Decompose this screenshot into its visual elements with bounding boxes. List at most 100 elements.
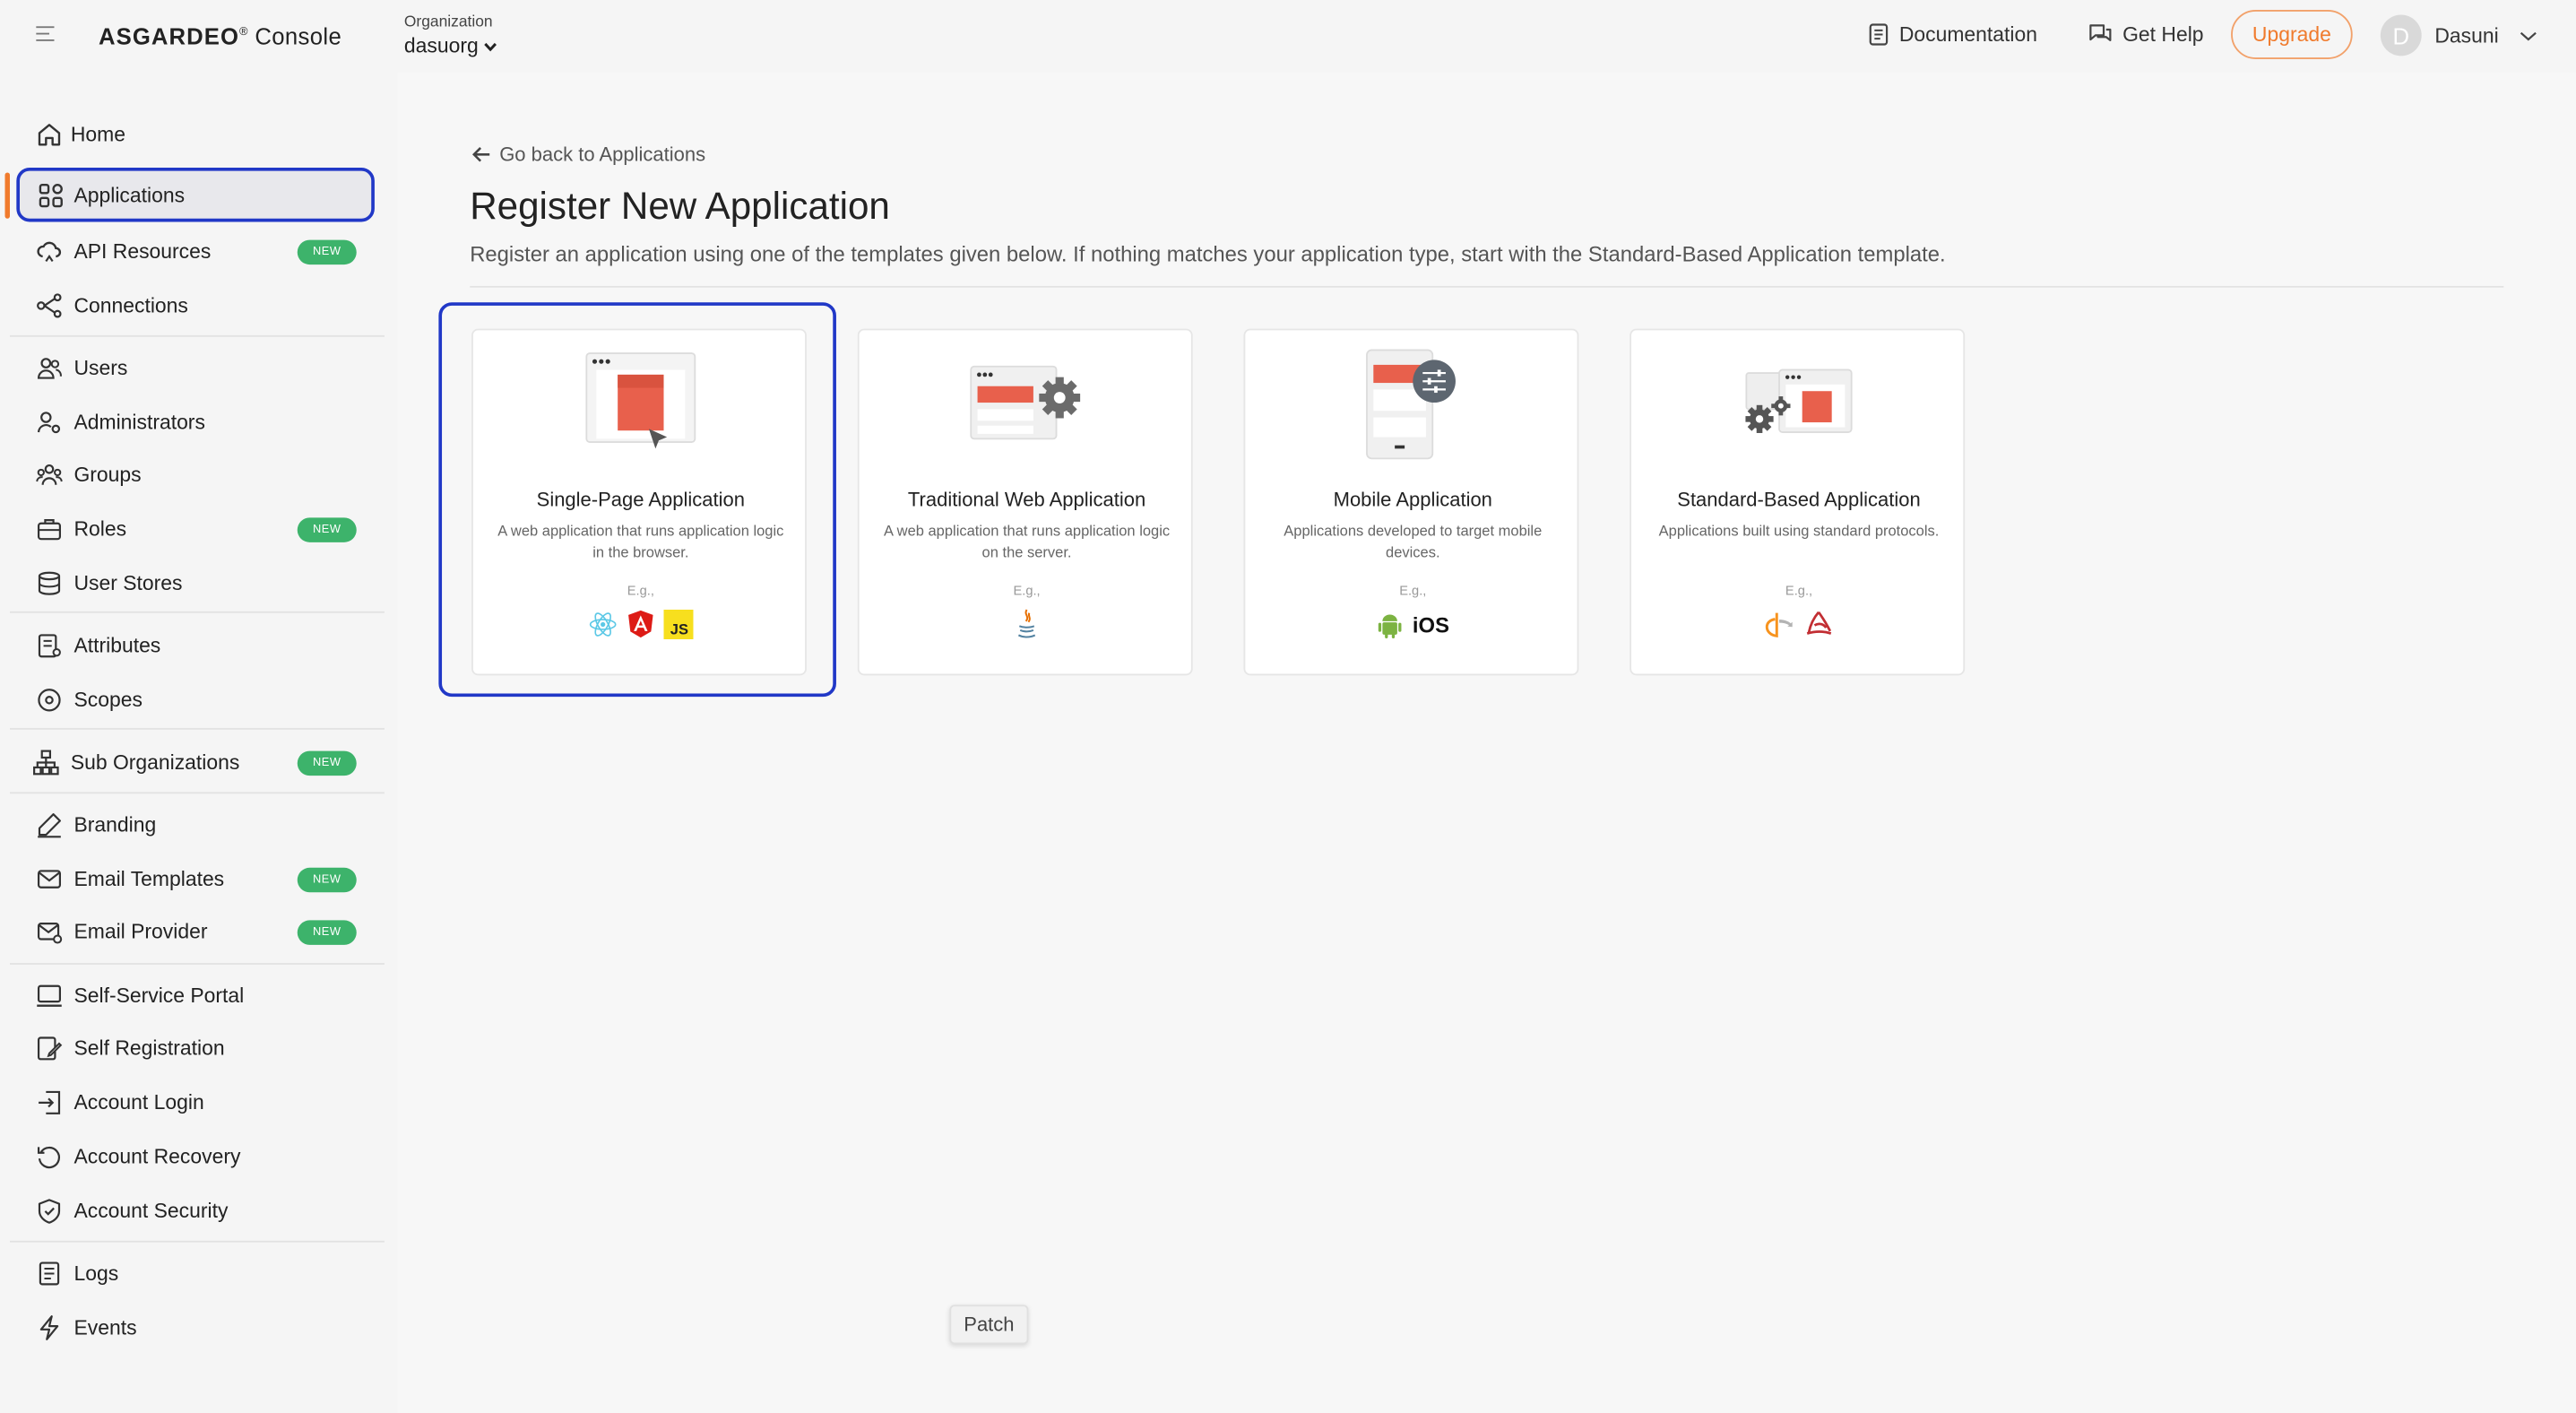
sidebar-item-events[interactable]: Events <box>16 1303 375 1352</box>
example-logos: JS <box>473 606 808 642</box>
sidebar-item-label: Account Security <box>73 1200 229 1223</box>
sidebar-item-label: Administrators <box>73 411 205 434</box>
applications-grid-icon <box>39 184 63 208</box>
sidebar-item-scopes[interactable]: Scopes <box>16 675 375 724</box>
template-description: Applications built using standard protoc… <box>1658 522 1940 540</box>
sidebar-item-label: Logs <box>73 1261 119 1286</box>
sidebar-divider <box>9 727 385 730</box>
sidebar-item-applications[interactable]: Applications <box>16 167 375 222</box>
main-content <box>397 72 2576 1413</box>
sidebar-divider <box>9 1240 385 1243</box>
sidebar-divider <box>9 792 385 794</box>
sidebar-item-users[interactable]: Users <box>16 343 375 393</box>
account-login-icon <box>39 1090 61 1114</box>
organization-switcher[interactable]: Organization dasuorg <box>404 13 498 57</box>
template-name: Standard-Based Application <box>1677 488 1921 512</box>
sidebar-divider <box>9 963 385 965</box>
sidebar-item-account-recovery[interactable]: Account Recovery <box>16 1132 375 1182</box>
user-menu[interactable]: D Dasuni <box>2380 14 2538 56</box>
sidebar-item-account-login[interactable]: Account Login <box>16 1078 375 1127</box>
sidebar-item-home[interactable]: Home <box>16 110 375 160</box>
sidebar-item-account-security[interactable]: Account Security <box>16 1186 375 1235</box>
chevron-down-icon <box>484 42 497 51</box>
back-to-applications-link[interactable]: Go back to Applications <box>471 143 705 166</box>
logs-icon <box>39 1261 60 1286</box>
sidebar-item-label: Roles <box>73 517 127 542</box>
examples-label: E.g., <box>627 583 654 599</box>
javascript-icon: JS <box>663 610 694 639</box>
template-name: Mobile Application <box>1333 488 1492 512</box>
get-help-link[interactable]: Get Help <box>2088 23 2204 46</box>
examples-label: E.g., <box>1785 583 1813 599</box>
sidebar-item-label: Applications <box>73 183 186 207</box>
sidebar-item-sub-organizations[interactable]: Sub Organizations NEW <box>16 738 375 787</box>
template-card-mobile-application[interactable]: Mobile Application Applications develope… <box>1243 328 1580 676</box>
sidebar-item-logs[interactable]: Logs <box>16 1249 375 1298</box>
sidebar-item-self-registration[interactable]: Self Registration <box>16 1024 375 1073</box>
app-logo[interactable]: ASGARDEO® Console <box>99 23 341 49</box>
mobile-app-illustration <box>1366 349 1456 460</box>
sidebar-item-label: Self Registration <box>73 1036 225 1061</box>
single-page-app-illustration <box>585 352 696 449</box>
sidebar-item-attributes[interactable]: Attributes <box>16 621 375 671</box>
attributes-icon <box>38 634 61 658</box>
documentation-link[interactable]: Documentation <box>1868 23 2037 46</box>
patch-button[interactable]: Patch <box>949 1305 1029 1345</box>
avatar: D <box>2380 14 2422 56</box>
self-registration-icon <box>37 1036 63 1061</box>
self-service-portal-icon <box>37 984 62 1007</box>
sidebar-item-api-resources[interactable]: API Resources NEW <box>16 227 375 276</box>
new-badge: NEW <box>297 238 357 264</box>
upgrade-button[interactable]: Upgrade <box>2231 9 2353 59</box>
sidebar-divider <box>9 611 385 613</box>
examples-label: E.g., <box>1013 583 1041 599</box>
events-icon <box>39 1315 59 1340</box>
ios-label: iOS <box>1412 611 1449 637</box>
brand-mark: ® <box>239 26 248 39</box>
sidebar-item-label: Groups <box>73 463 142 487</box>
react-icon <box>589 612 617 637</box>
user-stores-icon <box>38 571 61 595</box>
template-name: Traditional Web Application <box>907 488 1146 512</box>
android-icon <box>1378 614 1402 639</box>
sidebar-item-user-stores[interactable]: User Stores <box>16 559 375 608</box>
email-provider-icon <box>37 922 63 944</box>
organization-dropdown[interactable]: dasuorg <box>404 34 498 57</box>
saml-icon <box>1806 611 1832 635</box>
sidebar-item-email-provider[interactable]: Email Provider NEW <box>16 907 375 957</box>
sidebar-item-connections[interactable]: Connections <box>16 281 375 330</box>
template-card-standard-based-application[interactable]: Standard-Based Application Applications … <box>1629 328 1967 676</box>
examples-label: E.g., <box>1399 583 1427 599</box>
user-name: Dasuni <box>2434 23 2499 48</box>
sidebar-item-label: Branding <box>73 813 157 837</box>
groups-icon <box>36 464 63 485</box>
openid-icon <box>1765 612 1793 637</box>
app-name: Console <box>255 22 342 49</box>
api-resources-icon <box>37 241 62 263</box>
top-bar: ASGARDEO® Console Organization dasuorg D… <box>0 0 2576 73</box>
example-logos: iOS <box>1245 606 1580 642</box>
sidebar-item-roles[interactable]: Roles NEW <box>16 505 375 554</box>
sidebar-item-branding[interactable]: Branding <box>16 801 375 850</box>
sidebar-item-email-templates[interactable]: Email Templates NEW <box>16 854 375 904</box>
sidebar-item-self-service-portal[interactable]: Self-Service Portal <box>16 971 375 1020</box>
sidebar-item-label: Account Login <box>73 1091 204 1114</box>
sidebar-item-label: Attributes <box>73 634 161 658</box>
sidebar-item-label: Users <box>73 356 128 380</box>
java-icon <box>1017 609 1036 638</box>
svg-text:JS: JS <box>670 621 688 637</box>
sidebar-item-label: API Resources <box>73 239 212 264</box>
brand-name: ASGARDEO <box>98 22 240 49</box>
example-logos <box>1631 606 1967 642</box>
menu-toggle-icon[interactable] <box>36 23 59 47</box>
new-badge: NEW <box>297 919 357 945</box>
sidebar-item-label: Connections <box>73 294 188 317</box>
sidebar-item-groups[interactable]: Groups <box>16 450 375 499</box>
template-card-single-page-application[interactable]: Single-Page Application A web applicatio… <box>471 328 808 676</box>
sidebar-item-label: Home <box>70 123 125 147</box>
sidebar-divider <box>9 334 385 337</box>
template-description: Applications developed to target mobile … <box>1284 522 1543 561</box>
template-card-traditional-web-application[interactable]: Traditional Web Application A web applic… <box>857 328 1193 676</box>
branding-icon <box>38 813 62 838</box>
sidebar-item-administrators[interactable]: Administrators <box>16 398 375 447</box>
